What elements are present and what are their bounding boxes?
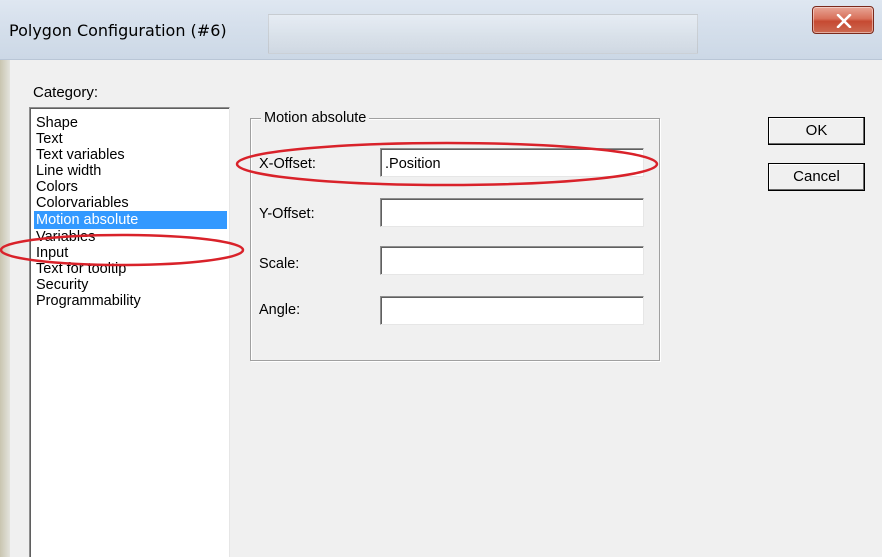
category-item-input[interactable]: Input <box>34 245 68 261</box>
close-button[interactable] <box>812 6 874 34</box>
x-offset-label: X-Offset: <box>259 156 316 172</box>
category-item-motion-absolute[interactable]: Motion absolute <box>34 211 227 229</box>
angle-label: Angle: <box>259 302 301 318</box>
category-item-variables[interactable]: Variables <box>34 229 95 245</box>
cancel-button[interactable]: Cancel <box>768 163 865 191</box>
background-window-ghost <box>268 14 698 54</box>
y-offset-label: Y-Offset: <box>259 206 315 222</box>
x-offset-input[interactable] <box>380 148 644 177</box>
category-item-text-variables[interactable]: Text variables <box>34 147 125 163</box>
angle-input[interactable] <box>380 296 644 325</box>
category-item-text-for-tooltip[interactable]: Text for tooltip <box>34 261 126 277</box>
category-item-text[interactable]: Text <box>34 131 63 147</box>
category-item-shape[interactable]: Shape <box>34 115 78 131</box>
ok-button[interactable]: OK <box>768 117 865 145</box>
window-title: Polygon Configuration (#6) <box>9 21 227 40</box>
window-left-edge <box>0 60 10 557</box>
scale-input[interactable] <box>380 246 644 275</box>
y-offset-input[interactable] <box>380 198 644 227</box>
category-list[interactable]: Shape Text Text variables Line width Col… <box>29 107 230 557</box>
category-item-colors[interactable]: Colors <box>34 179 78 195</box>
category-item-programmability[interactable]: Programmability <box>34 293 141 309</box>
close-icon <box>836 14 852 28</box>
category-item-security[interactable]: Security <box>34 277 88 293</box>
scale-label: Scale: <box>259 256 300 272</box>
title-bar: Polygon Configuration (#6) <box>0 0 882 60</box>
motion-absolute-group-title: Motion absolute <box>261 110 370 126</box>
category-item-line-width[interactable]: Line width <box>34 163 101 179</box>
category-label: Category: <box>33 84 99 101</box>
category-item-colorvariables[interactable]: Colorvariables <box>34 195 129 211</box>
